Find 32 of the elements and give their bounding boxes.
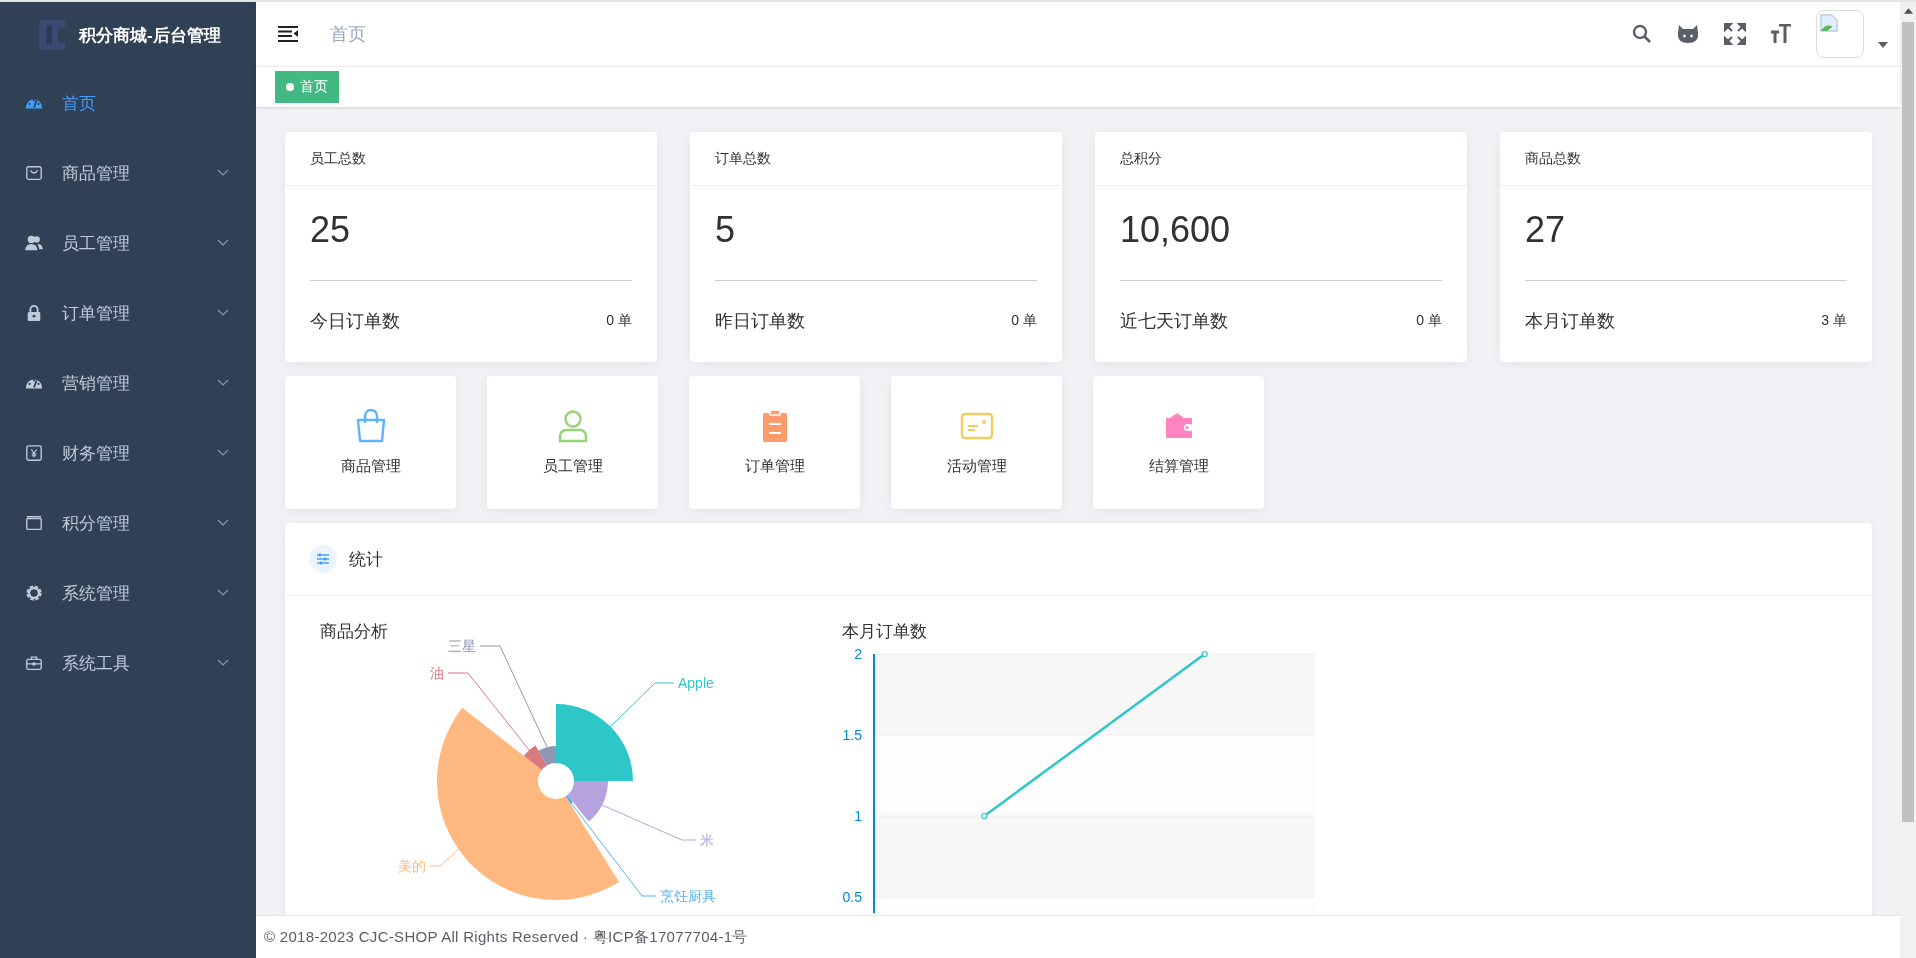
- stat-count: 3 单: [1821, 312, 1847, 330]
- card-title: 商品总数: [1525, 149, 1581, 168]
- panel-title: 统计: [349, 548, 383, 571]
- stat-count: 0 单: [1011, 312, 1037, 330]
- slice-label: 三星: [448, 638, 476, 654]
- slice-label: 米: [700, 832, 714, 848]
- stat-label: 近七天订单数: [1120, 310, 1228, 333]
- chart-title: 商品分析: [320, 621, 389, 643]
- stat-label: 本月订单数: [1525, 310, 1615, 333]
- card-title: 订单总数: [715, 149, 771, 168]
- card-title: 员工总数: [310, 149, 366, 168]
- axis-tick-label: 1: [854, 808, 862, 824]
- slice-label: 油: [430, 665, 444, 681]
- axis-tick-label: 1.5: [842, 727, 862, 743]
- card-title: 总积分: [1120, 149, 1162, 168]
- footer-text: © 2018-2023 CJC-SHOP All Rights Reserved · 粤ICP备17077704-1号: [264, 927, 748, 947]
- stat-count: 0 单: [606, 312, 632, 330]
- axis-tick-label: 2: [854, 646, 862, 662]
- stat-value: 25: [310, 210, 352, 250]
- slice-label: 美的: [398, 858, 426, 874]
- stat-value: 27: [1525, 210, 1567, 250]
- slice-label: 烹饪厨具: [660, 888, 716, 904]
- stat-label: 昨日订单数: [715, 310, 805, 333]
- app-title: 积分商城-后台管理: [79, 24, 221, 47]
- stat-value: 5: [715, 210, 737, 250]
- stat-value: 10,600: [1120, 210, 1232, 250]
- slice-label: Apple: [678, 675, 714, 691]
- axis-tick-label: 0.5: [842, 889, 862, 905]
- stat-count: 0 单: [1416, 312, 1442, 330]
- chart-title: 本月订单数: [842, 621, 928, 643]
- breadcrumb: 首页: [330, 23, 366, 46]
- stat-label: 今日订单数: [310, 310, 400, 333]
